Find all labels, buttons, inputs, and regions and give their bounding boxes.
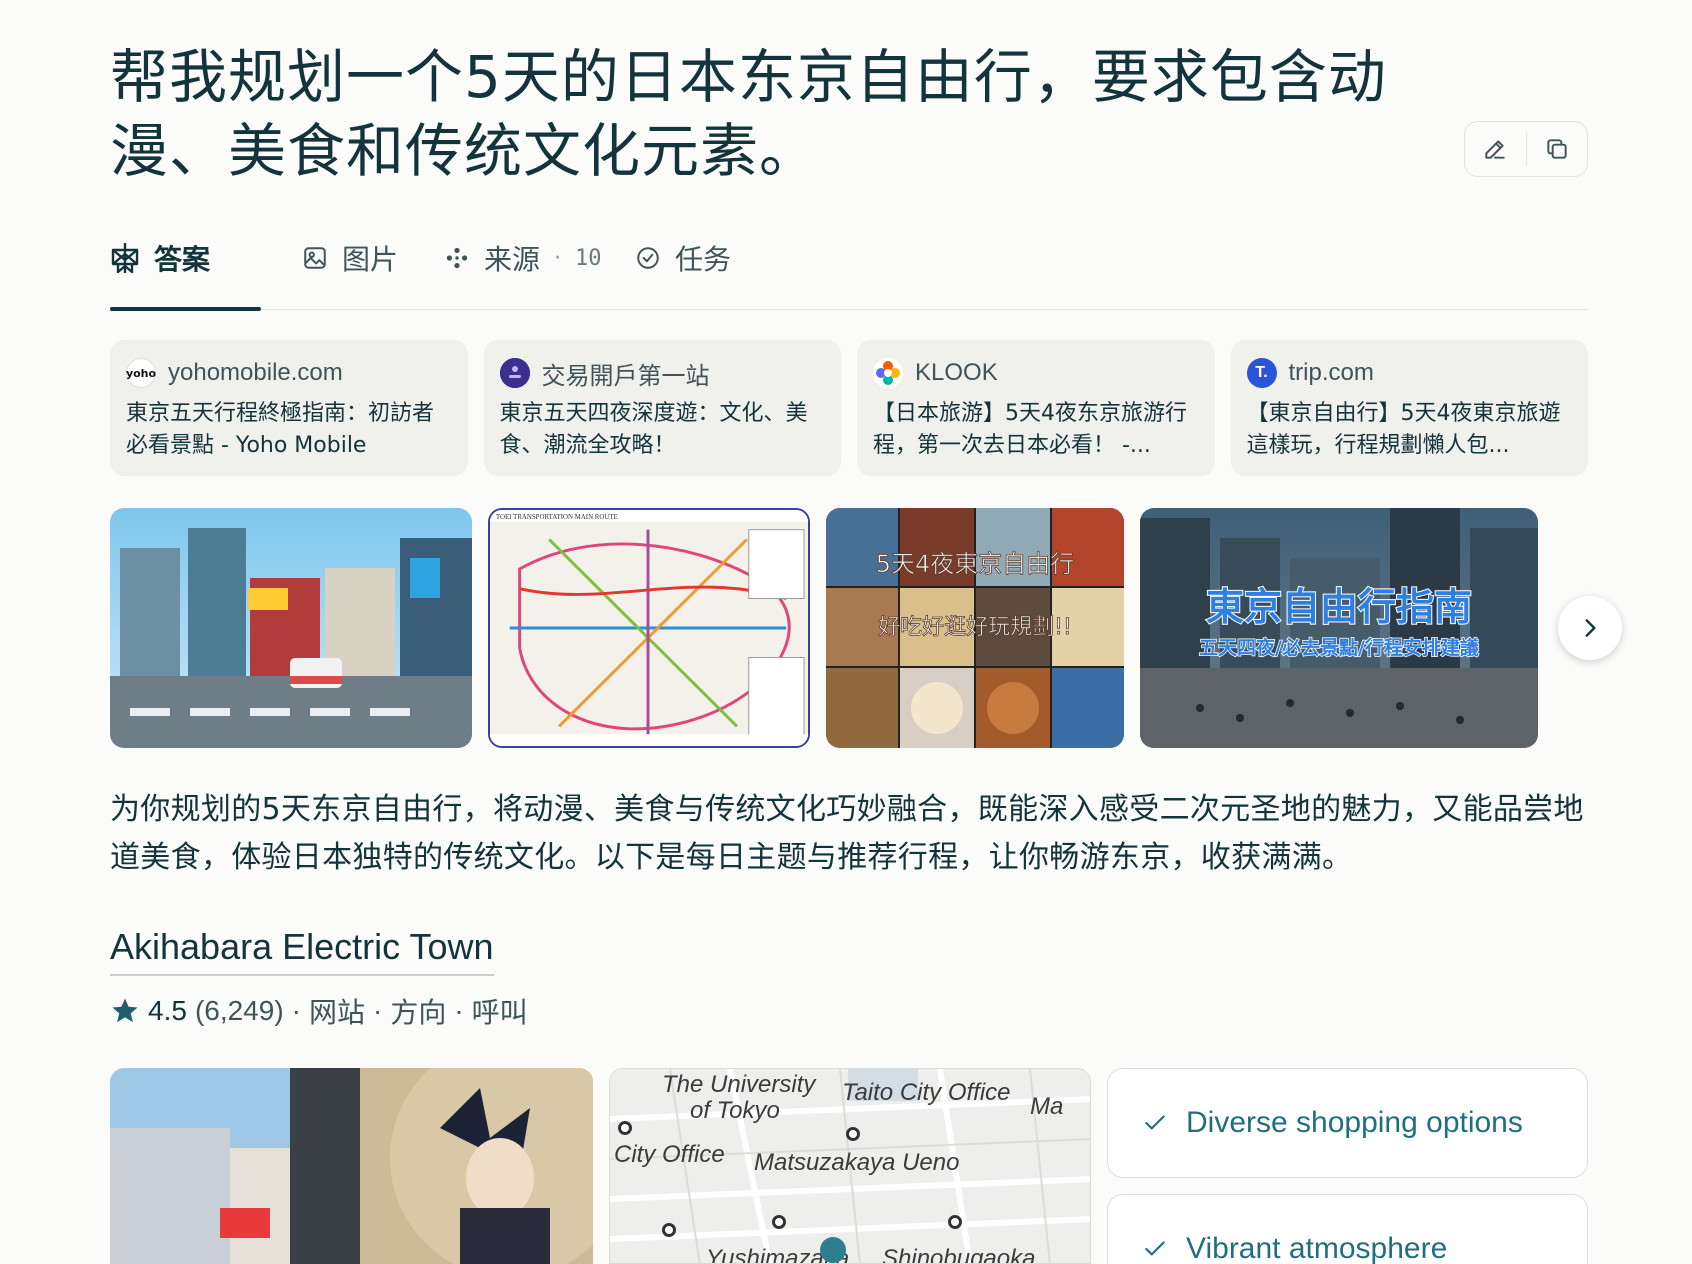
tab-answer[interactable]: 答案 [110,236,210,280]
broker-favicon-icon [499,358,530,388]
source-domain: yohomobile.com [168,359,343,386]
food-collage-caption-1: 5天4夜東京自由行 [876,550,1075,578]
directions-link[interactable]: 方向 [390,991,446,1031]
result-tabs: 答案 图片 来源 · 10 任务 [110,230,1588,311]
perplexity-logo-icon [111,243,139,274]
source-domain: KLOOK [915,359,998,386]
shibuya-street-image[interactable] [110,508,472,748]
sources-icon [446,247,468,269]
review-count: (6,249) [194,995,284,1026]
rating-score: 4.5 [148,995,187,1026]
feature-card: Vibrant atmosphere [1107,1194,1588,1264]
place-map[interactable]: The University of Tokyo Taito City Offic… [609,1068,1091,1264]
food-collage-caption-2: 好吃好逛好玩規劃!! [878,615,1072,640]
map-label: Shinobugaoka [882,1245,1036,1264]
source-domain: 交易開戶第一站 [541,362,710,390]
map-poi-marker [618,1121,632,1135]
trip-favicon-icon: T. [1246,358,1277,388]
tab-sources[interactable]: 来源 · 10 [444,236,602,280]
tab-sources-label: 来源 [484,243,541,276]
rating-separator: · [373,995,383,1026]
tab-images-label: 图片 [342,243,399,276]
map-location-pin-icon [820,1237,846,1263]
source-card[interactable]: KLOOK 【日本旅游】5天4夜东京旅游行程，第一次去日本必看！ -... [857,340,1215,476]
source-title: 東京五天四夜深度遊：文化、美食、潮流全攻略！ [499,401,808,458]
tab-sources-count: 10 [575,245,602,271]
klook-favicon-icon [873,358,903,388]
source-card[interactable]: yoho yohomobile.com 東京五天行程終極指南：初訪者必看景點 -… [110,340,468,476]
title-actions [1464,121,1588,177]
source-title: 東京五天行程終極指南：初訪者必看景點 - Yoho Mobile [126,401,435,458]
tokyo-guide-image[interactable]: 東京自由行指南 五天四夜/必去景點/行程安排建議 [1140,508,1538,748]
map-label: City Office [614,1141,725,1168]
feature-card: Diverse shopping options [1107,1068,1588,1178]
toei-map-caption: TOEI TRANSPORTATION MAIN ROUTE [496,514,618,521]
check-icon [1145,1115,1165,1130]
place-photo[interactable] [110,1068,593,1264]
map-poi-marker [772,1215,786,1229]
image-icon [304,247,326,269]
map-poi-marker [846,1127,860,1141]
map-label: Ma [1030,1093,1064,1120]
question-title: 帮我规划一个5天的日本东京自由行，要求包含动漫、美食和传统文化元素。 [110,43,1387,185]
answer-summary: 为你规划的5天东京自由行，将动漫、美食与传统文化巧妙融合，既能深入感受二次元圣地… [110,792,1584,875]
yoho-favicon-icon: yoho [126,358,156,388]
map-poi-marker [948,1215,962,1229]
rating-separator: · [291,995,301,1026]
source-domain: trip.com [1288,359,1374,386]
edit-button[interactable] [1465,122,1526,176]
map-label: Taito City Office [842,1079,1011,1106]
place-title[interactable]: Akihabara Electric Town [110,926,494,976]
active-tab-indicator [110,307,261,311]
check-circle-icon [637,247,659,269]
feature-label: Vibrant atmosphere [1186,1232,1448,1264]
tab-sources-separator: · [554,245,562,271]
answer-page: 帮我规划一个5天的日本东京自由行，要求包含动漫、美食和传统文化元素。 答案 图片 [110,0,1622,1264]
map-label: of Tokyo [690,1097,780,1124]
chevron-right-icon [1585,619,1596,637]
next-images-button[interactable] [1558,596,1622,660]
tab-answer-label: 答案 [154,243,211,276]
map-label: The University [662,1071,816,1098]
map-poi-marker [662,1223,676,1237]
copy-icon [1547,139,1567,159]
tokyo-food-collage-image[interactable]: 5天4夜東京自由行 好吃好逛好玩規劃!! [826,508,1124,748]
tab-tasks-label: 任务 [675,243,732,276]
check-icon [1145,1241,1165,1256]
call-link[interactable]: 呼叫 [472,991,528,1031]
tab-tasks[interactable]: 任务 [635,236,731,280]
guide-caption-2: 五天四夜/必去景點/行程安排建議 [1199,636,1479,659]
place-rating-line: 4.5 (6,249) · 网站 · 方向 · 呼叫 [110,993,528,1029]
source-title: 【日本旅游】5天4夜东京旅游行程，第一次去日本必看！ -... [873,401,1187,458]
tab-images[interactable]: 图片 [302,236,398,280]
source-cards: yoho yohomobile.com 東京五天行程終極指南：初訪者必看景點 -… [110,340,1588,476]
website-link[interactable]: 网站 [309,991,365,1031]
guide-caption-1: 東京自由行指南 [1206,585,1472,629]
source-card[interactable]: T. trip.com 【東京自由行】5天4夜東京旅遊這樣玩，行程規劃懶人包..… [1230,340,1588,476]
source-title: 【東京自由行】5天4夜東京旅遊這樣玩，行程規劃懶人包... [1246,401,1561,458]
toei-map-image[interactable]: TOEI TRANSPORTATION MAIN ROUTE [488,508,810,748]
edit-icon [1485,140,1505,159]
star-icon [112,998,138,1023]
image-strip: TOEI TRANSPORTATION MAIN ROUTE 5天4夜東京自由行… [110,508,1588,748]
feature-label: Diverse shopping options [1186,1106,1523,1139]
copy-button[interactable] [1526,122,1587,176]
rating-separator: · [454,995,464,1026]
map-label: Matsuzakaya Ueno [754,1149,960,1176]
source-card[interactable]: 交易開戶第一站 東京五天四夜深度遊：文化、美食、潮流全攻略！ [483,340,841,476]
